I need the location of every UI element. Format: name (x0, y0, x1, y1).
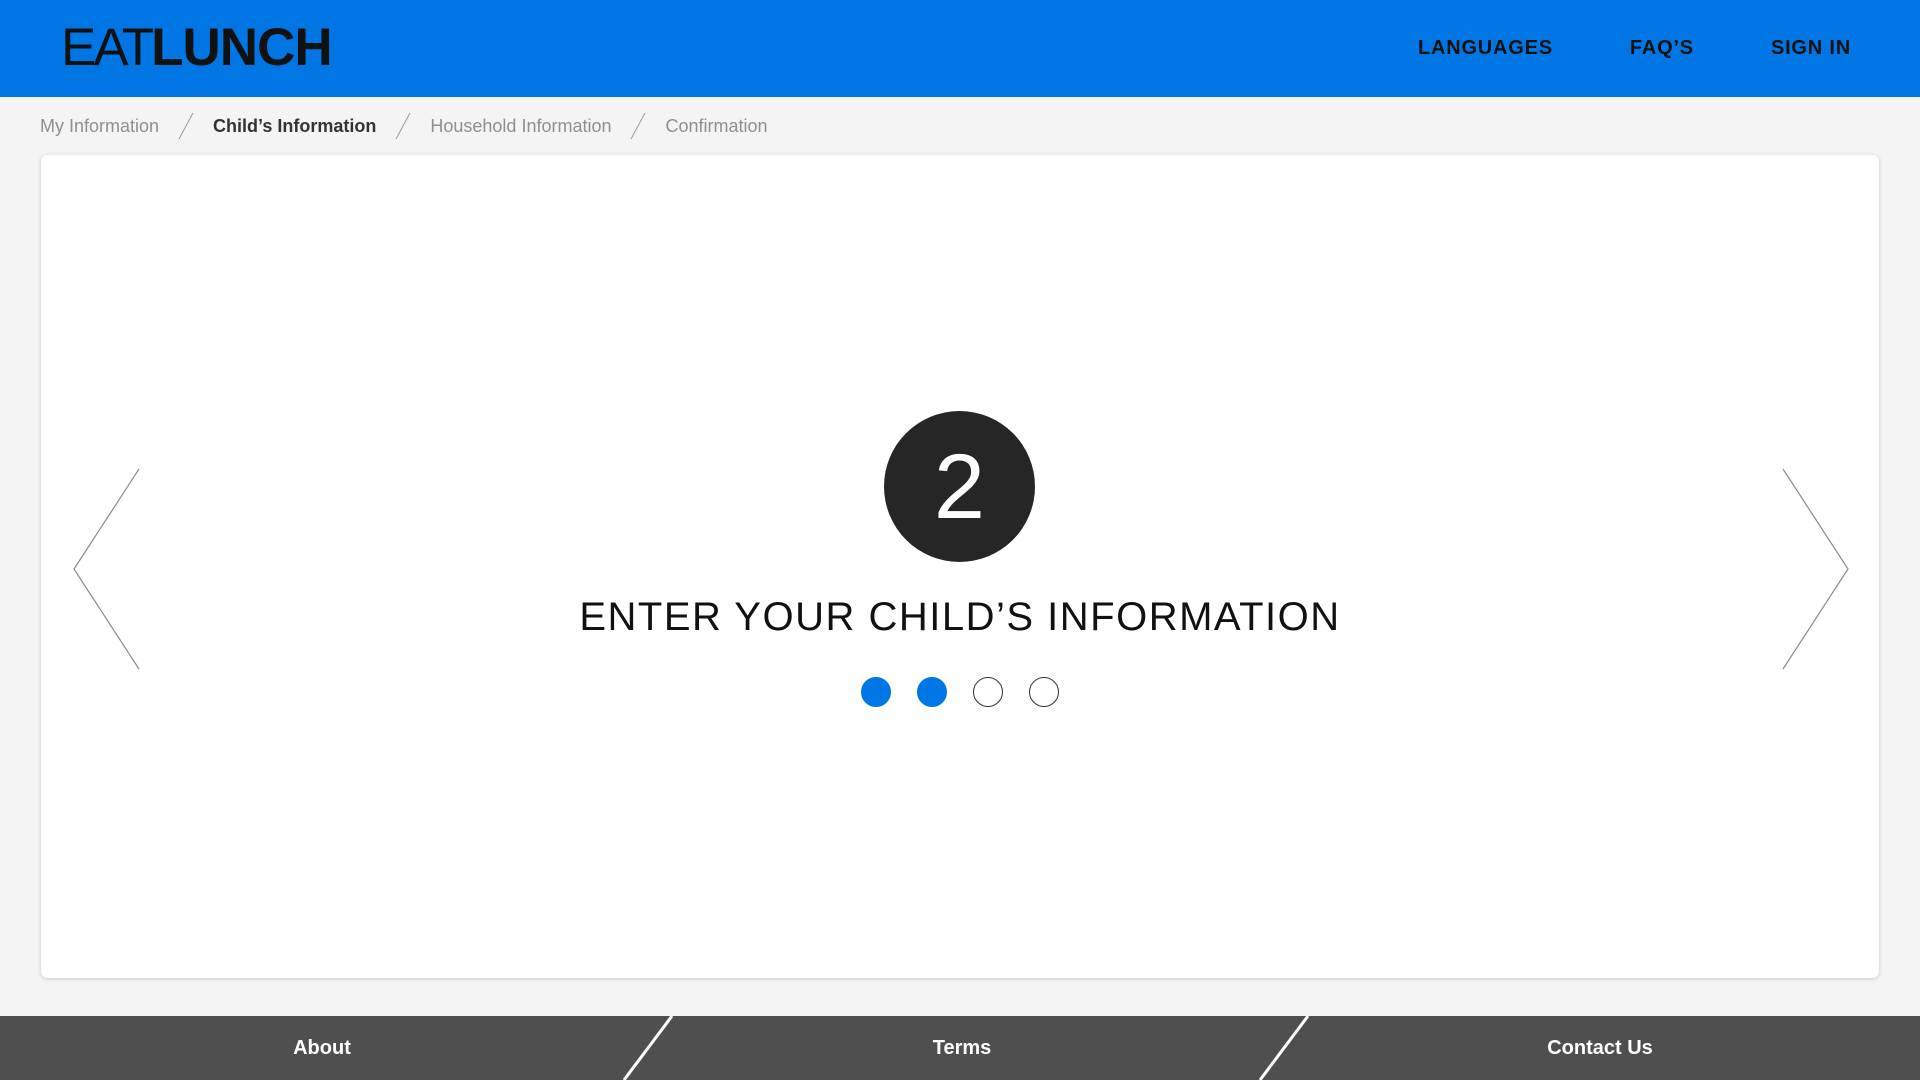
progress-dot-3[interactable] (973, 677, 1003, 707)
footer-terms-link[interactable]: Terms (644, 1016, 1280, 1080)
footer-contact-link[interactable]: Contact Us (1280, 1016, 1920, 1080)
progress-dot-2[interactable] (917, 677, 947, 707)
breadcrumb: My Information Child’s Information House… (40, 110, 768, 142)
breadcrumb-separator (611, 110, 665, 142)
nav-sign-in[interactable]: SIGN IN (1771, 37, 1851, 60)
breadcrumb-confirmation[interactable]: Confirmation (665, 116, 767, 137)
nav-faqs[interactable]: FAQ’S (1630, 37, 1694, 60)
logo-text-lunch: LUNCH (151, 18, 332, 77)
step-title: ENTER YOUR CHILD’S INFORMATION (579, 595, 1341, 639)
breadcrumb-my-information[interactable]: My Information (40, 116, 159, 137)
breadcrumb-household-information[interactable]: Household Information (430, 116, 611, 137)
top-nav: LANGUAGES FAQ’S SIGN IN (1418, 0, 1851, 97)
nav-languages[interactable]: LANGUAGES (1418, 37, 1553, 60)
step-card: 2 ENTER YOUR CHILD’S INFORMATION (41, 155, 1879, 978)
step-number: 2 (933, 435, 986, 538)
step-progress-dots (41, 677, 1879, 707)
step-number-badge: 2 (884, 411, 1035, 562)
top-header: EAT LUNCH LANGUAGES FAQ’S SIGN IN (0, 0, 1920, 97)
eatlunch-logo[interactable]: EAT LUNCH (61, 18, 333, 77)
footer: About Terms Contact Us (0, 1016, 1920, 1080)
progress-dot-1[interactable] (861, 677, 891, 707)
footer-about-link[interactable]: About (0, 1016, 644, 1080)
logo-text-eat: EAT (61, 18, 154, 77)
chevron-right-icon (1782, 468, 1849, 670)
breadcrumb-childs-information[interactable]: Child’s Information (213, 116, 376, 137)
progress-dot-4[interactable] (1029, 677, 1059, 707)
breadcrumb-separator (376, 110, 430, 142)
previous-step-button[interactable] (71, 468, 141, 675)
breadcrumb-separator (159, 110, 213, 142)
next-step-button[interactable] (1781, 468, 1851, 675)
